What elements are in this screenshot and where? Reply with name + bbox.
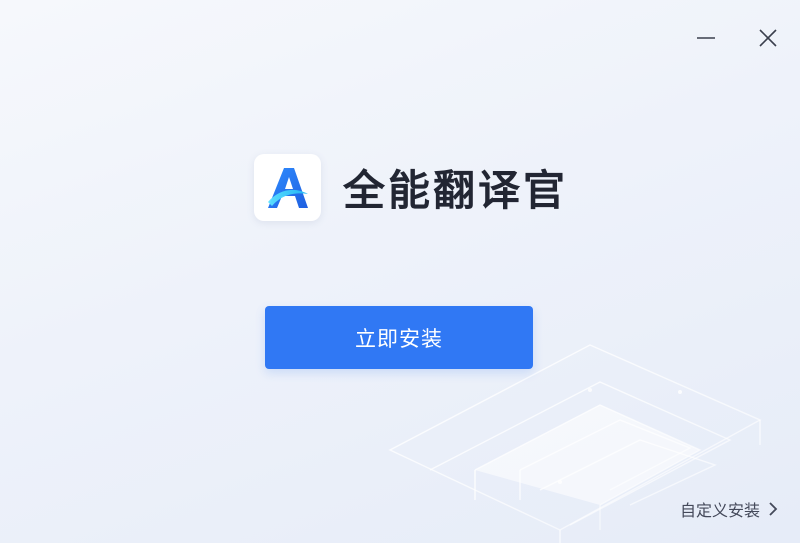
minimize-icon	[697, 37, 715, 39]
installer-window: 全能翻译官 立即安装 自定义安装	[0, 0, 800, 543]
chevron-right-icon	[768, 501, 778, 517]
app-name: 全能翻译官	[343, 166, 569, 215]
custom-install-link[interactable]: 自定义安装	[680, 497, 778, 521]
install-now-button[interactable]: 立即安装	[265, 306, 533, 369]
custom-install-label: 自定义安装	[679, 501, 760, 520]
translator-a-logo-icon	[267, 167, 308, 208]
app-brand: 全能翻译官	[254, 154, 568, 221]
background-decoration	[388, 344, 762, 543]
app-logo	[254, 154, 321, 221]
close-icon	[759, 29, 777, 47]
minimize-button[interactable]	[690, 22, 722, 54]
close-button[interactable]	[752, 22, 784, 54]
